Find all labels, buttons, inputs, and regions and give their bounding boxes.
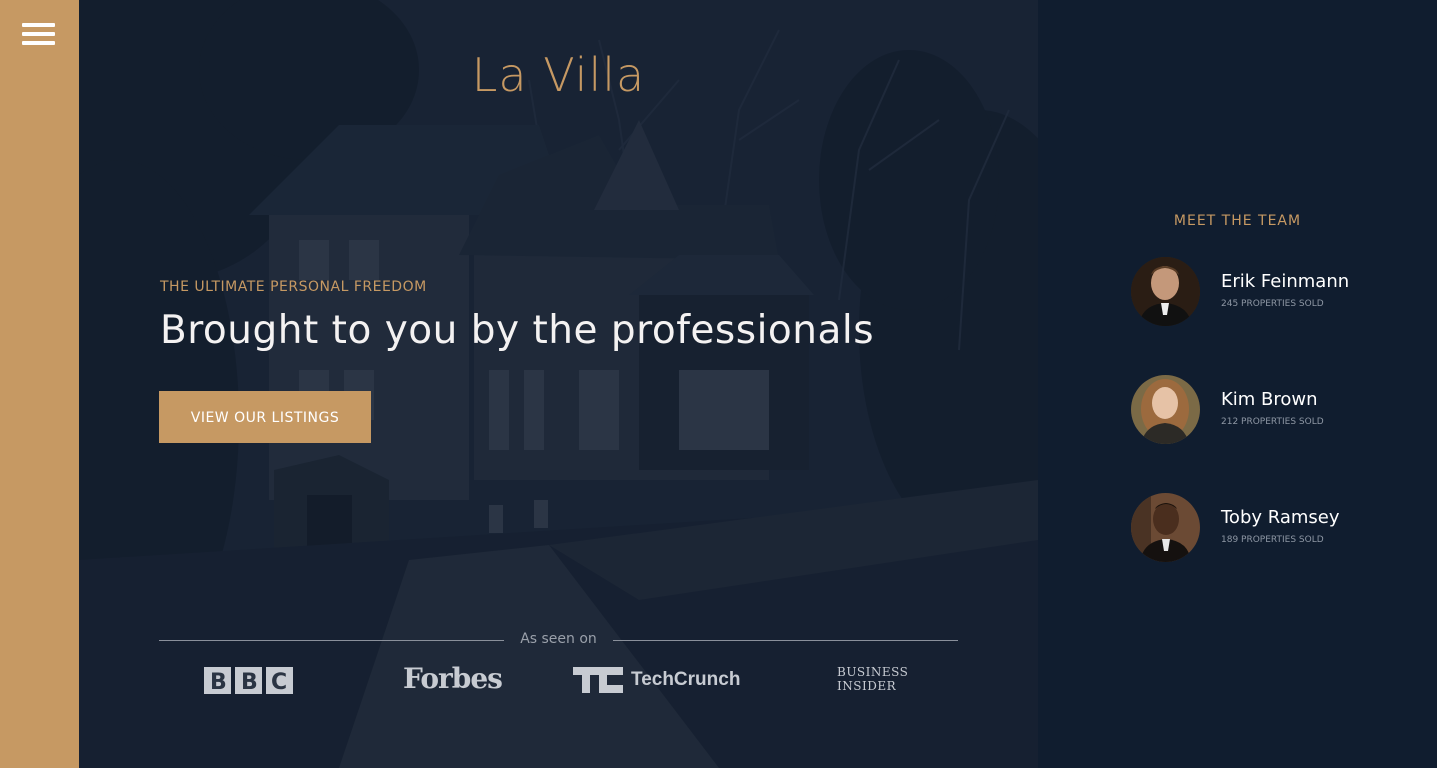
- bbc-logo: B B C: [204, 667, 294, 698]
- avatar: [1131, 493, 1200, 562]
- member-name: Toby Ramsey: [1221, 507, 1340, 528]
- team-member[interactable]: Kim Brown 212 PROPERTIES SOLD: [1131, 375, 1391, 445]
- hamburger-menu-icon[interactable]: [22, 23, 56, 47]
- team-member[interactable]: Toby Ramsey 189 PROPERTIES SOLD: [1131, 493, 1391, 563]
- business-insider-wordmark: BUSINESS INSIDER: [837, 665, 909, 693]
- press-logos: B B C Forbes TechCrunch BUSINESS INSIDER: [159, 662, 958, 702]
- site-logo[interactable]: La Villa: [79, 48, 1038, 102]
- member-stat: 245 PROPERTIES SOLD: [1221, 299, 1324, 309]
- as-seen-on-divider: As seen on: [159, 630, 958, 650]
- bbc-letter-b1: B: [210, 670, 227, 694]
- meet-the-team-heading: MEET THE TEAM: [1173, 213, 1302, 229]
- techcrunch-wordmark: TechCrunch: [631, 669, 741, 690]
- member-name: Erik Feinmann: [1221, 271, 1350, 292]
- team-panel: MEET THE TEAM Erik Feinmann 245 PROPERTI…: [1038, 0, 1437, 768]
- team-member[interactable]: Erik Feinmann 245 PROPERTIES SOLD: [1131, 257, 1391, 327]
- forbes-wordmark: Forbes: [403, 662, 503, 695]
- as-seen-on-label: As seen on: [520, 631, 597, 647]
- bbc-letter-b2: B: [241, 670, 258, 694]
- forbes-logo: Forbes: [403, 662, 503, 695]
- hero-headline: Brought to you by the professionals: [160, 308, 875, 353]
- member-stat: 189 PROPERTIES SOLD: [1221, 535, 1324, 545]
- member-stat: 212 PROPERTIES SOLD: [1221, 417, 1324, 427]
- sidebar: [0, 0, 79, 768]
- hero-section: La Villa THE ULTIMATE PERSONAL FREEDOM B…: [79, 0, 1038, 768]
- member-name: Kim Brown: [1221, 389, 1318, 410]
- avatar: [1131, 257, 1200, 326]
- techcrunch-mark-icon: [573, 667, 623, 693]
- house-background-image: [79, 0, 1038, 768]
- avatar: [1131, 375, 1200, 444]
- view-listings-button[interactable]: VIEW OUR LISTINGS: [159, 391, 371, 443]
- divider-line-right: [613, 640, 958, 641]
- business-insider-logo: BUSINESS INSIDER: [837, 665, 927, 693]
- bbc-letter-c: C: [271, 670, 287, 694]
- hero-subtitle: THE ULTIMATE PERSONAL FREEDOM: [160, 279, 427, 295]
